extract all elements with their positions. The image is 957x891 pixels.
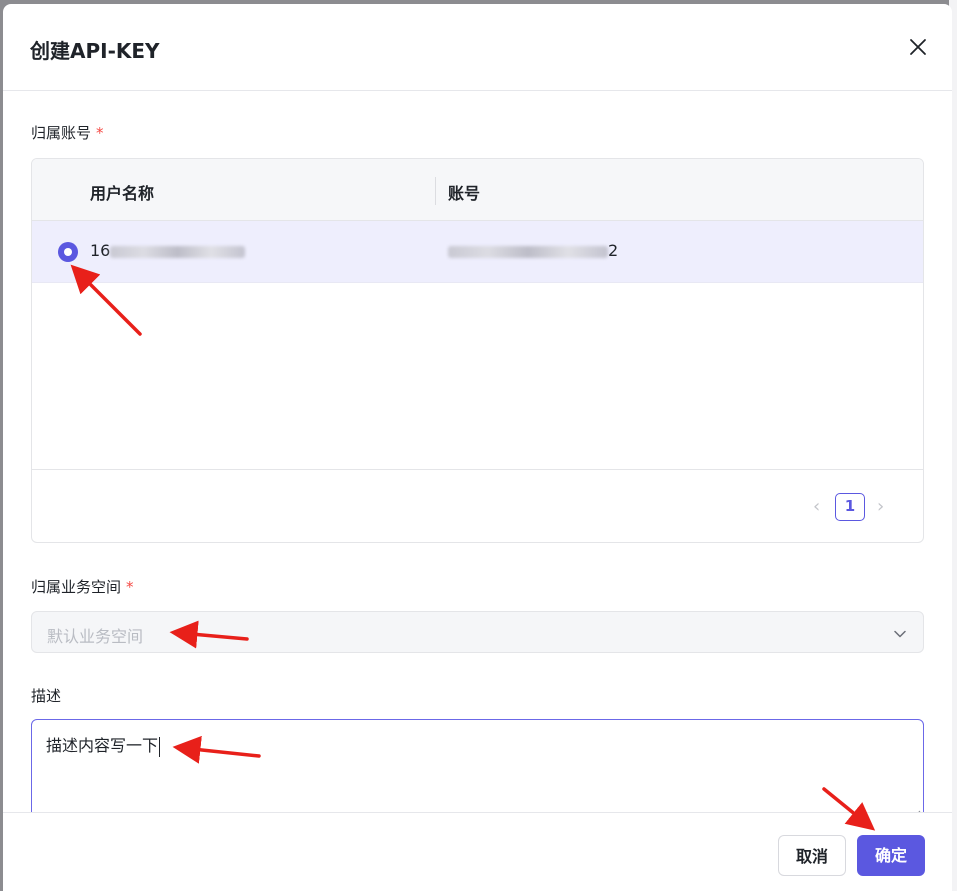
account-field-label: 归属账号 * xyxy=(31,122,104,143)
account-table: 用户名称 账号 16 2 ‹ 1 › xyxy=(31,158,924,543)
required-mark: * xyxy=(96,124,104,142)
row-radio-selected[interactable] xyxy=(58,242,78,262)
account-label-text: 归属账号 xyxy=(31,124,92,142)
chevron-down-icon xyxy=(893,626,907,640)
workspace-select[interactable]: 默认业务空间 xyxy=(31,611,924,653)
column-header-username: 用户名称 xyxy=(90,184,155,203)
workspace-select-placeholder: 默认业务空间 xyxy=(47,627,144,646)
table-row[interactable]: 16 2 xyxy=(32,221,923,283)
column-header-account: 账号 xyxy=(448,184,481,203)
dialog-footer: 取消 确定 xyxy=(3,812,952,891)
text-caret xyxy=(159,736,161,757)
description-text: 描述内容写一下 xyxy=(46,732,161,757)
cell-username: 16 xyxy=(90,241,246,260)
dialog-header: 创建API-KEY xyxy=(3,4,952,91)
close-icon[interactable] xyxy=(908,37,928,57)
create-api-key-dialog: 创建API-KEY 归属账号 * 用户名称 账号 16 2 ‹ 1 › 归属业务空… xyxy=(3,4,952,891)
chevron-right-icon[interactable]: › xyxy=(877,496,884,517)
column-divider xyxy=(435,177,436,205)
pagination-page[interactable]: 1 xyxy=(835,493,865,521)
cancel-button[interactable]: 取消 xyxy=(778,835,846,876)
required-mark: * xyxy=(126,578,134,596)
account-visible-text: 2 xyxy=(608,241,619,260)
confirm-button[interactable]: 确定 xyxy=(857,835,925,876)
table-footer-divider xyxy=(32,469,923,470)
description-value: 描述内容写一下 xyxy=(46,736,159,755)
redacted-blur xyxy=(110,245,246,258)
chevron-left-icon[interactable]: ‹ xyxy=(813,496,820,517)
dialog-title: 创建API-KEY xyxy=(30,39,160,63)
table-header: 用户名称 账号 xyxy=(32,159,923,221)
workspace-field-label: 归属业务空间 * xyxy=(31,576,134,597)
description-field-label: 描述 xyxy=(31,687,62,705)
workspace-label-text: 归属业务空间 xyxy=(31,578,122,596)
cell-account: 2 xyxy=(448,241,618,260)
username-visible-text: 16 xyxy=(90,241,111,260)
redacted-blur xyxy=(448,245,608,258)
